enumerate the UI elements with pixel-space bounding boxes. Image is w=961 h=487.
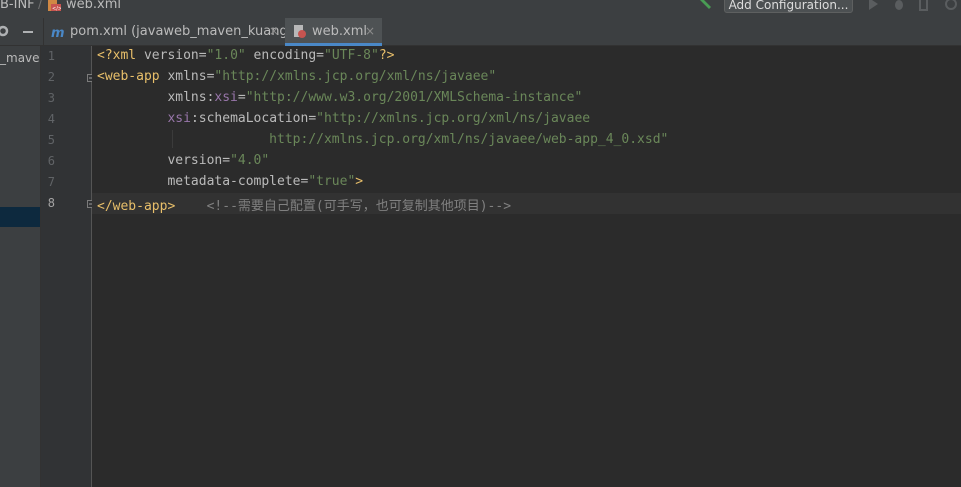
code-token: <!--需要自己配置(可手写，也可复制其他项目)--> — [175, 199, 512, 214]
line-number: 5 — [47, 133, 55, 147]
code-token: = — [237, 90, 246, 105]
xml-file-icon — [294, 25, 306, 38]
project-tool-window: _maven — [0, 46, 41, 487]
project-tree-selected-row[interactable] — [0, 207, 40, 227]
tab-label: pom.xml (javaweb_maven_kuang) — [70, 24, 293, 39]
code-token: http://xmlns.jcp.org/xml/ns/javaee/web-a… — [97, 132, 669, 147]
code-token: "http://www.w3.org/2001/XMLSchema-instan… — [245, 90, 583, 105]
code-token: xmlns: — [97, 90, 215, 105]
line-number: 4 — [47, 112, 55, 126]
code-token: </web-app> — [97, 199, 176, 214]
breadcrumb-web-inf[interactable]: B-INF — [0, 0, 35, 12]
editor-gutter: 1 2 3 4 5 6 7 8 — [41, 46, 115, 487]
profile-icon[interactable] — [944, 0, 958, 11]
code-line[interactable]: http://xmlns.jcp.org/xml/ns/javaee/web-a… — [97, 132, 668, 147]
maven-m-icon: m — [51, 26, 65, 38]
tab-label: web.xml — [312, 24, 367, 39]
code-editor[interactable]: <?xml version="1.0" encoding="UTF-8"?> <… — [92, 46, 961, 487]
code-line[interactable]: version="4.0" — [97, 153, 269, 168]
code-line[interactable]: </web-app> <!--需要自己配置(可手写，也可复制其他项目)--> — [97, 195, 511, 214]
project-tree-item[interactable]: _maven — [0, 51, 40, 65]
tab-pom-xml[interactable]: m pom.xml (javaweb_maven_kuang) × — [43, 18, 293, 46]
code-line[interactable]: xsi:schemaLocation="http://xmlns.jcp.org… — [97, 111, 590, 126]
code-token: <?xml — [97, 48, 144, 63]
code-token: "UTF-8" — [324, 48, 379, 63]
gear-icon[interactable] — [0, 25, 9, 37]
build-hammer-icon[interactable] — [697, 0, 713, 11]
line-number: 2 — [47, 70, 55, 84]
line-number: 3 — [47, 91, 55, 105]
code-line[interactable]: metadata-complete="true"> — [97, 174, 363, 189]
code-token: "true" — [308, 174, 356, 189]
code-token: xsi — [167, 111, 191, 126]
code-token: encoding= — [245, 48, 325, 63]
xml-file-icon: </> — [48, 0, 61, 12]
code-token: metadata-complete= — [97, 174, 309, 189]
code-token: "1.0" — [206, 48, 246, 63]
line-number: 7 — [47, 175, 55, 189]
code-token: "http://xmlns.jcp.org/xml/ns/javaee" — [214, 69, 497, 84]
add-configuration-button[interactable]: Add Configuration... — [724, 0, 853, 13]
code-token: version= — [143, 48, 207, 63]
code-token: ?> — [378, 48, 395, 63]
code-token: version= — [97, 153, 231, 168]
navigation-bar: B-INF / </> web.xml Add Configuration... — [0, 0, 961, 18]
code-line[interactable]: <?xml version="1.0" encoding="UTF-8"?> — [97, 48, 394, 63]
tab-web-xml[interactable]: web.xml × — [285, 18, 382, 46]
code-line[interactable]: xmlns:xsi="http://www.w3.org/2001/XMLSch… — [97, 90, 582, 105]
run-icon[interactable] — [866, 0, 880, 11]
breadcrumb-separator: / — [38, 0, 43, 12]
current-line-number: 8 — [47, 196, 55, 210]
svg-text:m: m — [51, 26, 65, 38]
code-token: "4.0" — [230, 153, 270, 168]
code-line[interactable]: <web-app xmlns="http://xmlns.jcp.org/xml… — [97, 69, 496, 84]
code-token: xmlns= — [167, 69, 215, 84]
close-tab-icon[interactable]: × — [365, 24, 375, 38]
line-number: 1 — [47, 49, 55, 63]
breadcrumb-web-xml[interactable]: web.xml — [66, 0, 121, 12]
code-token: > — [355, 174, 364, 189]
code-token: xsi — [214, 90, 238, 105]
editor-tabs: m pom.xml (javaweb_maven_kuang) × web.xm… — [0, 18, 961, 46]
code-token: :schemaLocation= — [190, 111, 317, 126]
svg-text:</>: </> — [52, 6, 61, 12]
line-number: 6 — [47, 154, 55, 168]
code-token: <web-app — [97, 69, 168, 84]
minimize-icon[interactable] — [23, 31, 33, 33]
close-tab-icon[interactable]: × — [269, 24, 279, 38]
coverage-icon[interactable] — [918, 0, 932, 11]
debug-icon[interactable] — [892, 0, 906, 11]
code-token: "http://xmlns.jcp.org/xml/ns/javaee — [316, 111, 591, 126]
